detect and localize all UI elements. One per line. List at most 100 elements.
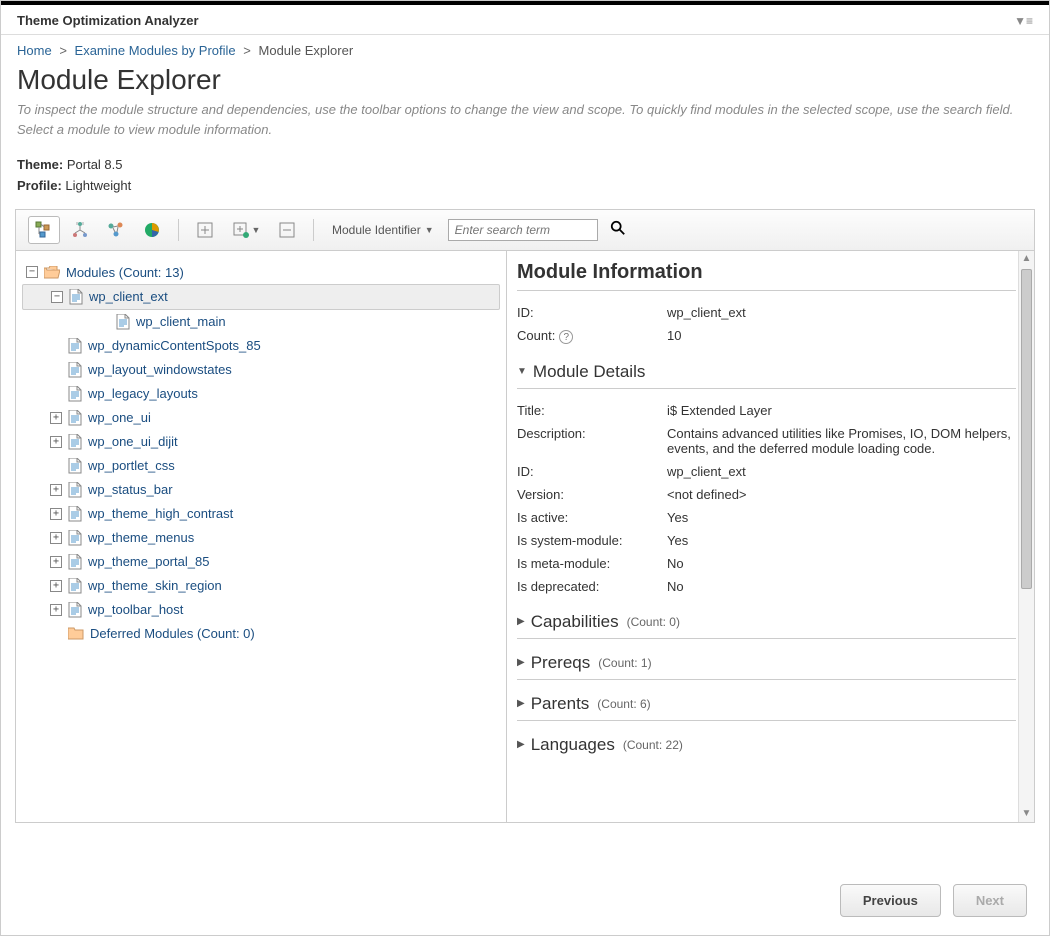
file-icon	[68, 554, 82, 570]
file-icon	[68, 386, 82, 402]
info-heading: Module Information	[517, 261, 1016, 284]
divider	[517, 638, 1016, 639]
tree-item-label: wp_layout_windowstates	[88, 362, 232, 377]
collapse-all-icon[interactable]	[271, 216, 303, 244]
detail-value: <not defined>	[667, 487, 1016, 502]
hierarchy-icon[interactable]	[64, 216, 96, 244]
section-count: (Count: 22)	[623, 738, 683, 752]
expand-icon[interactable]: +	[50, 412, 62, 424]
breadcrumb-examine[interactable]: Examine Modules by Profile	[75, 43, 236, 58]
triangle-down-icon: ▼	[517, 366, 527, 377]
collapse-icon[interactable]: −	[26, 266, 38, 278]
info-panel: Module Information ID: wp_client_ext Cou…	[506, 251, 1034, 822]
section-count: (Count: 6)	[597, 697, 650, 711]
tree-item-label: wp_one_ui_dijit	[88, 434, 178, 449]
tree-root-label: Modules (Count: 13)	[66, 265, 184, 280]
detail-label: Is deprecated:	[517, 579, 667, 594]
file-icon	[68, 338, 82, 354]
divider	[517, 388, 1016, 389]
scroll-thumb[interactable]	[1021, 269, 1032, 589]
collapse-dropdown-icon[interactable]: ▼	[225, 216, 267, 244]
scrollbar[interactable]: ▲ ▼	[1018, 251, 1034, 822]
file-icon	[68, 482, 82, 498]
file-icon	[68, 506, 82, 522]
tree-item-label: wp_status_bar	[88, 482, 173, 497]
expand-icon[interactable]: +	[50, 484, 62, 496]
expand-icon[interactable]: +	[50, 532, 62, 544]
tree-item-label: wp_client_ext	[89, 289, 168, 304]
tree-item[interactable]: wp_portlet_css	[22, 454, 500, 478]
section-languages[interactable]: ▶Languages(Count: 22)	[517, 735, 1016, 755]
triangle-right-icon: ▶	[517, 616, 525, 627]
tree-item-label: wp_legacy_layouts	[88, 386, 198, 401]
tree-item[interactable]: + wp_one_ui	[22, 406, 500, 430]
section-prereqs[interactable]: ▶Prereqs(Count: 1)	[517, 653, 1016, 673]
next-button[interactable]: Next	[953, 884, 1027, 917]
scope-dropdown[interactable]: Module Identifier▼	[332, 223, 434, 237]
footer: Previous Next	[1, 866, 1049, 935]
file-icon	[68, 578, 82, 594]
section-capabilities[interactable]: ▶Capabilities(Count: 0)	[517, 612, 1016, 632]
divider	[517, 720, 1016, 721]
section-details-title: Module Details	[533, 362, 645, 382]
menu-icon[interactable]: ▼≡	[1014, 14, 1033, 28]
theme-label: Theme:	[17, 157, 63, 172]
detail-value: i$ Extended Layer	[667, 403, 1016, 418]
section-parents[interactable]: ▶Parents(Count: 6)	[517, 694, 1016, 714]
file-icon	[68, 602, 82, 618]
info-id-value: wp_client_ext	[667, 305, 1016, 320]
tree-item[interactable]: − wp_client_ext	[22, 284, 500, 310]
profile-value: Lightweight	[65, 178, 131, 193]
tree-deferred-label: Deferred Modules (Count: 0)	[90, 626, 255, 641]
graph-icon[interactable]	[100, 216, 132, 244]
search-icon[interactable]	[610, 220, 626, 239]
tree-item[interactable]: +wp_theme_high_contrast	[22, 502, 500, 526]
expand-icon[interactable]: +	[50, 436, 62, 448]
tree-deferred[interactable]: Deferred Modules (Count: 0)	[22, 622, 500, 645]
scroll-down-icon[interactable]: ▼	[1019, 806, 1034, 822]
tree-item-label: wp_one_ui	[88, 410, 151, 425]
detail-value: No	[667, 556, 1016, 571]
expand-icon[interactable]: +	[50, 556, 62, 568]
search-input[interactable]	[448, 219, 598, 241]
tree-item[interactable]: +wp_toolbar_host	[22, 598, 500, 622]
tree-item[interactable]: +wp_theme_portal_85	[22, 550, 500, 574]
page-desc: To inspect the module structure and depe…	[1, 98, 1049, 149]
pie-chart-icon[interactable]	[136, 216, 168, 244]
breadcrumb-sep: >	[59, 43, 67, 58]
section-details[interactable]: ▼ Module Details	[517, 362, 1016, 382]
file-icon	[68, 434, 82, 450]
tree-item[interactable]: wp_dynamicContentSpots_85	[22, 334, 500, 358]
info-count-label: Count:?	[517, 328, 667, 344]
collapse-icon[interactable]: −	[51, 291, 63, 303]
file-icon	[68, 410, 82, 426]
tree-item[interactable]: wp_legacy_layouts	[22, 382, 500, 406]
section-count: (Count: 1)	[598, 656, 651, 670]
section-title: Capabilities	[531, 612, 619, 632]
expand-icon[interactable]: +	[50, 604, 62, 616]
tree-item[interactable]: + wp_one_ui_dijit	[22, 430, 500, 454]
tree-item[interactable]: wp_layout_windowstates	[22, 358, 500, 382]
breadcrumb-home[interactable]: Home	[17, 43, 52, 58]
section-title: Languages	[531, 735, 615, 755]
tree-item[interactable]: + wp_theme_skin_region	[22, 574, 500, 598]
tree-item[interactable]: +wp_theme_menus	[22, 526, 500, 550]
tree-item-label: wp_theme_skin_region	[88, 578, 222, 593]
previous-button[interactable]: Previous	[840, 884, 941, 917]
tree-item[interactable]: + wp_status_bar	[22, 478, 500, 502]
expand-all-icon[interactable]	[189, 216, 221, 244]
scroll-up-icon[interactable]: ▲	[1019, 251, 1034, 267]
file-icon	[68, 362, 82, 378]
tree-view-icon[interactable]	[28, 216, 60, 244]
file-icon	[68, 458, 82, 474]
help-icon[interactable]: ?	[559, 330, 573, 344]
expand-icon[interactable]: +	[50, 580, 62, 592]
expand-icon[interactable]: +	[50, 508, 62, 520]
tree-item[interactable]: wp_client_main	[22, 310, 500, 334]
tree-root[interactable]: − Modules (Count: 13)	[22, 261, 500, 284]
detail-label: ID:	[517, 464, 667, 479]
detail-label: Is meta-module:	[517, 556, 667, 571]
folder-icon	[68, 627, 84, 640]
triangle-right-icon: ▶	[517, 698, 525, 709]
toolbar: ▼ Module Identifier▼	[15, 209, 1035, 251]
